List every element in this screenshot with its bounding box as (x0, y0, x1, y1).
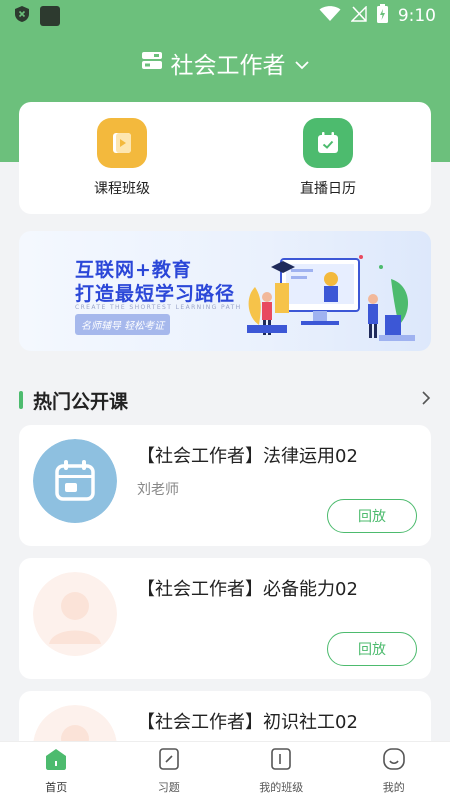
tab-label: 我的 (382, 781, 405, 794)
course-teacher: 刘老师 (137, 482, 179, 498)
course-card[interactable]: 【社会工作者】必备能力02 回放 (19, 558, 431, 679)
tab-profile[interactable]: 我的 (338, 742, 450, 800)
banner-tag: 名师辅导 轻松考证 (75, 314, 171, 335)
no-signal-icon (350, 4, 367, 27)
calendar-avatar (33, 439, 117, 523)
subject-title: 社会工作者 (170, 53, 286, 79)
quick-action-label: 课程班级 (94, 181, 150, 197)
section-accent-bar (19, 391, 23, 409)
books-icon (141, 49, 163, 77)
quick-actions-card: 课程班级 直播日历 (19, 102, 431, 214)
course-title: 【社会工作者】必备能力02 (137, 579, 358, 600)
replay-button[interactable]: 回放 (327, 632, 417, 666)
course-title: 【社会工作者】法律运用02 (137, 446, 358, 467)
tab-home[interactable]: 首页 (0, 742, 113, 800)
promo-banner[interactable]: 互联网+教育 打造最短学习路径 CREATE THE SHORTEST LEAR… (19, 231, 431, 351)
status-bar: 9:10 (0, 0, 450, 32)
exercise-icon (157, 747, 181, 775)
banner-headline: 互联网+教育 (75, 259, 192, 281)
bottom-tab-bar: 首页 习题 我的班级 我的 (0, 741, 450, 800)
default-person-avatar (33, 572, 117, 656)
section-title: 热门公开课 (33, 390, 129, 413)
replay-button[interactable]: 回放 (327, 499, 417, 533)
banner-english-caption: CREATE THE SHORTEST LEARNING PATH (75, 304, 242, 311)
class-icon (269, 747, 293, 775)
tab-exercises[interactable]: 习题 (113, 742, 226, 800)
education-illustration (247, 255, 415, 341)
tab-label: 首页 (45, 781, 68, 794)
battery-charging-icon (376, 4, 388, 28)
banner-subheadline: 打造最短学习路径 (75, 283, 236, 305)
quick-action-live-calendar[interactable]: 直播日历 (225, 102, 431, 214)
subject-selector[interactable]: 社会工作者 (0, 42, 450, 84)
video-folder-icon (97, 118, 147, 168)
chevron-right-icon[interactable] (421, 390, 431, 410)
quick-action-label: 直播日历 (300, 181, 356, 197)
chevron-down-icon (294, 50, 310, 76)
course-title: 【社会工作者】初识社工02 (137, 712, 358, 733)
quick-action-course-class[interactable]: 课程班级 (19, 102, 225, 214)
clock-time: 9:10 (397, 6, 436, 26)
shield-icon (14, 5, 30, 27)
course-card[interactable]: 【社会工作者】法律运用02 刘老师 回放 (19, 425, 431, 546)
hot-courses-header: 热门公开课 (19, 386, 431, 414)
wifi-icon (319, 5, 341, 27)
profile-icon (382, 747, 406, 775)
tab-label: 我的班级 (259, 781, 304, 794)
tab-label: 习题 (157, 781, 180, 794)
calendar-check-icon (303, 118, 353, 168)
tab-my-class[interactable]: 我的班级 (225, 742, 338, 800)
app-notification-icon (40, 6, 60, 26)
home-icon (44, 747, 68, 775)
